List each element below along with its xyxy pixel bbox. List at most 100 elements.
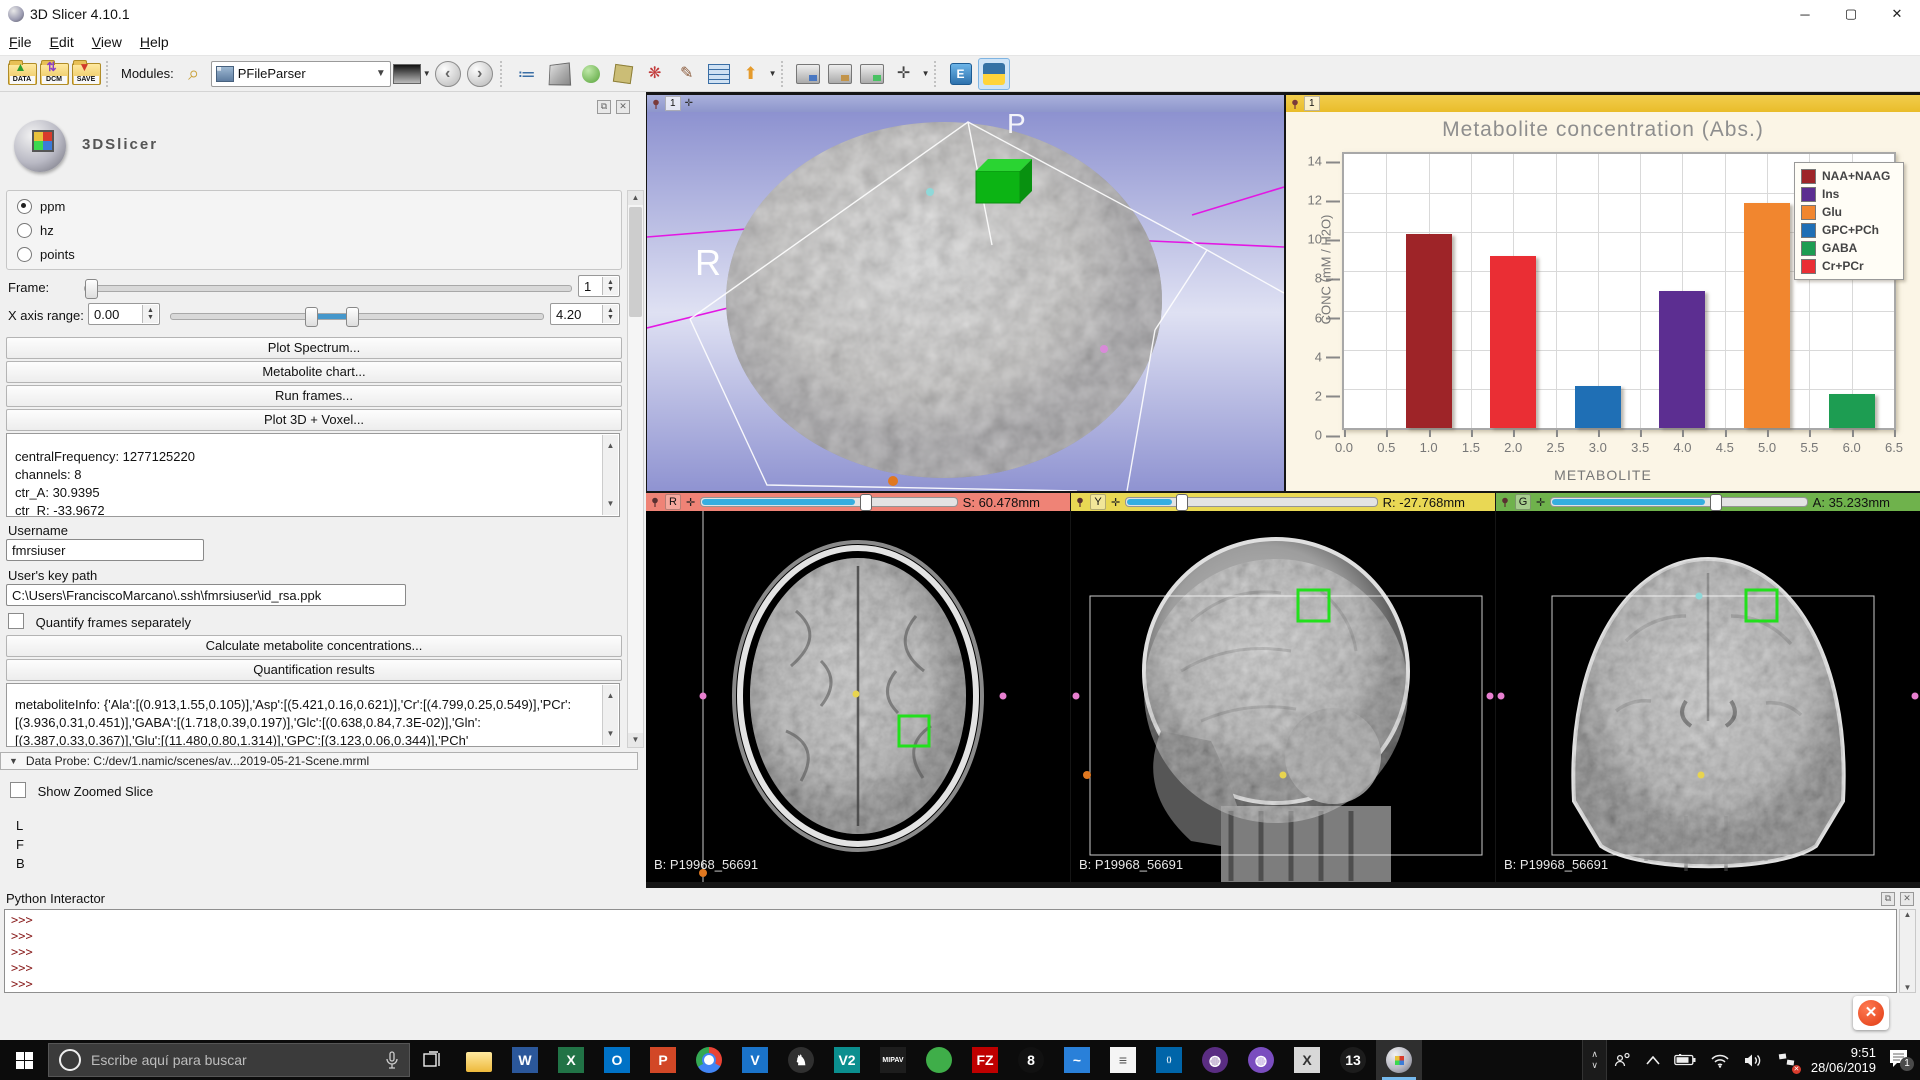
powerpoint-icon[interactable]: P xyxy=(640,1040,686,1080)
slice-orientation-chip[interactable]: Y xyxy=(1090,494,1106,510)
vscode-icon[interactable]: ⟨⟩ xyxy=(1146,1040,1192,1080)
panel-undock-icon[interactable]: ⧉ xyxy=(1881,892,1895,906)
module-selector-combobox[interactable]: ▩PFileParser▼ xyxy=(211,59,391,89)
slice-controller-bar-yellow[interactable]: Y✛R: -27.768mm xyxy=(1071,493,1495,511)
v-app-icon[interactable]: V xyxy=(732,1040,778,1080)
x-range-max-spinbox[interactable]: 4.20 ▲▼ xyxy=(550,303,620,325)
x-range-slider[interactable] xyxy=(170,313,544,320)
username-input[interactable] xyxy=(6,539,204,561)
slice-fit-icon[interactable]: ✛ xyxy=(686,496,695,509)
menu-view[interactable]: View xyxy=(83,28,131,55)
save-data-button[interactable]: ▼SAVE xyxy=(71,59,101,89)
dropdown-arrow-icon[interactable]: ▼ xyxy=(922,69,930,78)
putty-icon[interactable]: ◍ xyxy=(1192,1040,1238,1080)
pin-icon[interactable] xyxy=(650,497,660,507)
module-history-button[interactable]: ▼ xyxy=(393,59,431,89)
markups-button[interactable]: ❋ xyxy=(640,59,670,89)
slice-offset-slider[interactable] xyxy=(1550,497,1807,507)
taskbar-clock[interactable]: 9:51 28/06/2019 xyxy=(1803,1045,1884,1075)
extensions-manager-button[interactable]: E xyxy=(946,59,976,89)
slice-fit-icon[interactable]: ✛ xyxy=(1536,496,1545,509)
pin-icon[interactable] xyxy=(1290,99,1300,109)
quantification-results-button[interactable]: Quantification results xyxy=(6,659,622,681)
slice-orientation-chip[interactable]: G xyxy=(1515,494,1531,510)
metabolite-chart-button[interactable]: Metabolite chart... xyxy=(6,361,622,383)
microphone-icon[interactable] xyxy=(385,1051,399,1069)
scene-view-button[interactable] xyxy=(825,59,855,89)
bookmark-button[interactable] xyxy=(608,59,638,89)
pin-icon[interactable] xyxy=(1500,497,1510,507)
toast-close-icon[interactable]: ✕ xyxy=(1858,1000,1884,1026)
textarea-scrollbar[interactable]: ▲▼ xyxy=(602,685,618,745)
radio-points[interactable]: points xyxy=(7,242,621,266)
quantify-checkbox[interactable]: Quantify frames separately xyxy=(8,613,191,630)
calculate-concentrations-button[interactable]: Calculate metabolite concentrations... xyxy=(6,635,622,657)
battery-icon[interactable] xyxy=(1667,1040,1703,1080)
python-console[interactable]: >>>>>>>>>>>>>>> xyxy=(4,909,1897,993)
taskbar-scroll-buttons[interactable]: ∧∨ xyxy=(1582,1040,1607,1080)
panel-undock-icon[interactable]: ⧉ xyxy=(597,100,611,114)
panel-close-icon[interactable]: ✕ xyxy=(616,100,630,114)
dark-app-icon[interactable]: ♞ xyxy=(778,1040,824,1080)
close-button[interactable]: ✕ xyxy=(1874,0,1920,28)
mipav-icon[interactable]: MIPAV xyxy=(870,1040,916,1080)
python-console-scrollbar[interactable]: ▲▼ xyxy=(1899,909,1916,993)
menu-file[interactable]: File xyxy=(0,28,41,55)
menu-edit[interactable]: Edit xyxy=(41,28,83,55)
forward-button[interactable]: › xyxy=(465,59,495,89)
threed-view[interactable]: R P 1 ✛ xyxy=(647,95,1284,491)
threed-view-header[interactable]: 1 ✛ xyxy=(647,95,1284,112)
slice-controller-bar-green[interactable]: G✛A: 35.233mm xyxy=(1496,493,1920,511)
atlas-button[interactable] xyxy=(576,59,606,89)
taskbar-search-input[interactable]: Escribe aquí para buscar xyxy=(48,1043,410,1077)
wifi-icon[interactable] xyxy=(1703,1040,1737,1080)
maximize-button[interactable]: ▢ xyxy=(1828,0,1874,28)
notepad-icon[interactable]: ≡ xyxy=(1100,1040,1146,1080)
tables-button[interactable] xyxy=(704,59,734,89)
minimize-button[interactable]: ─ xyxy=(1782,0,1828,28)
radio-hz[interactable]: hz xyxy=(7,218,621,242)
textarea-scrollbar[interactable]: ▲▼ xyxy=(602,435,618,515)
excel-icon[interactable]: X xyxy=(548,1040,594,1080)
annotate-button[interactable]: ✎ xyxy=(672,59,702,89)
green-app-icon[interactable] xyxy=(916,1040,962,1080)
menu-help[interactable]: Help xyxy=(131,28,178,55)
v2-app-icon[interactable]: V2 xyxy=(824,1040,870,1080)
slice-offset-slider[interactable] xyxy=(1125,497,1377,507)
volume-icon[interactable] xyxy=(1737,1040,1771,1080)
slice-canvas-axial[interactable]: B: P19968_56691 xyxy=(646,511,1070,882)
plot-spectrum-button[interactable]: Plot Spectrum... xyxy=(6,337,622,359)
panel-close-icon[interactable]: ✕ xyxy=(1900,892,1914,906)
header-info-textarea[interactable]: centralFrequency: 1277125220channels: 8c… xyxy=(6,433,620,517)
chart-view-header[interactable]: 1 xyxy=(1286,95,1920,112)
slice-view-green[interactable]: G✛A: 35.233mm xyxy=(1496,493,1920,882)
slicer-icon[interactable] xyxy=(1376,1040,1422,1080)
outlook-icon[interactable]: O xyxy=(594,1040,640,1080)
slice-view-red[interactable]: R✛S: 60.478mm xyxy=(646,493,1070,882)
file-explorer-icon[interactable] xyxy=(456,1040,502,1080)
data-probe-collapse-bar[interactable]: ▼ Data Probe: C:/dev/1.namic/scenes/av..… xyxy=(0,752,638,770)
radio-ppm[interactable]: ppm xyxy=(7,194,621,218)
xming-icon[interactable]: X xyxy=(1284,1040,1330,1080)
chrome-icon[interactable] xyxy=(686,1040,732,1080)
eightball-icon[interactable]: 8 xyxy=(1008,1040,1054,1080)
key-path-input[interactable] xyxy=(6,584,406,606)
thirteen-app-icon[interactable]: 13 xyxy=(1330,1040,1376,1080)
paint-app-icon[interactable]: ~ xyxy=(1054,1040,1100,1080)
task-view-button[interactable] xyxy=(410,1040,456,1080)
x-range-min-spinbox[interactable]: 0.00 ▲▼ xyxy=(88,303,160,325)
frame-slider-handle[interactable] xyxy=(85,279,98,299)
slice-orientation-chip[interactable]: R xyxy=(665,494,681,510)
load-data-button[interactable]: ▲DATA xyxy=(7,59,37,89)
sync-error-icon[interactable]: ✕ xyxy=(1771,1040,1803,1080)
slice-view-yellow[interactable]: Y✛R: -27.768mm xyxy=(1071,493,1495,882)
word-icon[interactable]: W xyxy=(502,1040,548,1080)
slice-slider-handle[interactable] xyxy=(1710,494,1722,511)
view-options-icon[interactable]: ✛ xyxy=(685,98,693,109)
x-range-handle-max[interactable] xyxy=(346,307,359,327)
action-center-button[interactable]: 1 xyxy=(1884,1048,1920,1073)
slice-fit-icon[interactable]: ✛ xyxy=(1111,496,1120,509)
threed-scene[interactable]: R P xyxy=(647,95,1284,491)
dropdown-arrow-icon[interactable]: ▼ xyxy=(769,69,777,78)
load-dicom-button[interactable]: ⇅DCM xyxy=(39,59,69,89)
